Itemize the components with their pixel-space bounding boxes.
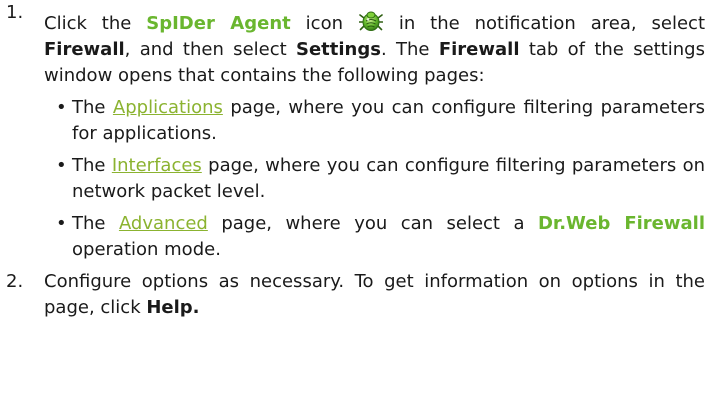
item-text: The: [72, 155, 112, 176]
spider-agent-name: SpIDer Agent: [146, 13, 291, 34]
item-text: operation mode.: [72, 239, 221, 260]
help-label: Help.: [146, 297, 200, 318]
step-text: , and then select: [124, 39, 296, 60]
spider-agent-icon: [358, 10, 384, 32]
bullet: •: [56, 155, 67, 176]
applications-link[interactable]: Applications: [113, 97, 223, 118]
item-text: page, where you can select a: [207, 213, 538, 234]
settings-menu-label: Settings: [296, 39, 381, 60]
firewall-menu-label: Firewall: [44, 39, 125, 60]
interfaces-link[interactable]: Interfaces: [112, 155, 202, 176]
pages-list: • The Applications page, where you can c…: [44, 95, 705, 263]
item-text: The: [72, 97, 113, 118]
step-text: . The: [380, 39, 439, 60]
bullet: •: [56, 213, 67, 234]
advanced-link[interactable]: Advanced: [119, 213, 208, 234]
bullet: •: [56, 97, 67, 118]
step-text: icon: [290, 13, 358, 34]
step-2: 2. Configure options as necessary. To ge…: [0, 269, 719, 321]
list-item: • The Interfaces page, where you can con…: [44, 153, 705, 205]
drweb-firewall-name: Dr.Web Firewall: [537, 213, 705, 234]
list-item: • The Advanced page, where you can selec…: [44, 211, 705, 263]
step-text: Click the: [44, 13, 147, 34]
step-text: in the notification area, select: [383, 13, 706, 34]
list-item: • The Applications page, where you can c…: [44, 95, 705, 147]
step-1: 1. Click the SpIDer Agent icon in the no…: [0, 0, 719, 263]
step-text: Configure options as necessary. To get i…: [44, 271, 705, 318]
item-text: The: [72, 213, 119, 234]
steps-list: 1. Click the SpIDer Agent icon in the no…: [0, 0, 719, 321]
firewall-tab-label: Firewall: [438, 39, 520, 60]
step-number: 1.: [6, 2, 24, 23]
step-number: 2.: [6, 271, 24, 292]
help-page: 1. Click the SpIDer Agent icon in the no…: [0, 0, 719, 395]
